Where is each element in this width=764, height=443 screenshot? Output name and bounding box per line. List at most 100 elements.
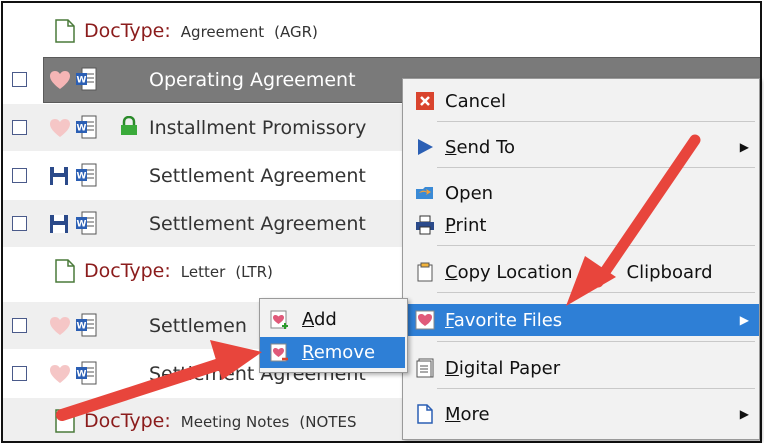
file-name: Installment Promissory [149,117,367,139]
submenu-item-label: Add [302,309,337,330]
word-document-icon: W [76,211,97,235]
document-icon [417,404,433,424]
word-document-icon: W [76,313,97,337]
submenu-arrow-icon: ▶ [739,313,749,327]
context-menu: Cancel Send To ▶ Open Print Copy Locatio… [402,78,760,440]
heart-icon[interactable] [49,118,71,138]
submenu-arrow-icon: ▶ [739,407,749,421]
svg-text:W: W [77,322,87,332]
submenu-arrow-icon: ▶ [739,140,749,154]
menu-separator [437,341,755,342]
doctype-header-agreement[interactable]: DocType: Agreement (AGR) [3,8,760,55]
menu-item-digital-paper[interactable]: Digital Paper [403,352,759,384]
heart-icon[interactable] [49,70,71,90]
remove-favorite-icon [270,343,288,362]
printer-icon [416,215,434,235]
label-tail: Clipboard [626,261,713,283]
mnemonic: D [445,357,459,379]
svg-text:W: W [77,76,87,86]
label-rest: rint [455,214,487,236]
word-document-icon: W [76,115,97,139]
doctype-prefix: DocType: [84,260,171,282]
cancel-icon [416,92,434,110]
mnemonic: M [445,403,461,425]
heart-icon[interactable] [49,316,71,336]
menu-item-label: Cancel [445,90,506,112]
submenu-item-remove[interactable]: Remove [260,337,405,368]
row-checkbox[interactable] [12,72,27,87]
row-checkbox[interactable] [12,168,27,183]
document-icon [55,19,75,43]
mnemonic: S [445,136,457,158]
menu-item-copy-location[interactable]: Copy Location Clipboard [403,256,759,288]
mnemonic: R [302,342,314,363]
row-checkbox[interactable] [12,318,27,333]
save-icon [50,215,68,233]
svg-text:W: W [77,220,87,230]
menu-separator [437,121,755,122]
label-rest: dd [314,309,337,330]
menu-separator [437,292,755,293]
menu-item-open[interactable]: Open [403,177,759,209]
menu-item-label: More [445,404,490,425]
label-rest: emove [313,342,376,363]
label-rest: end To [456,136,516,158]
doctype-prefix: DocType: [84,410,171,432]
menu-separator [437,245,755,246]
row-checkbox[interactable] [12,120,27,135]
file-name: Operating Agreement [149,69,356,91]
menu-item-label: Favorite Files [445,310,562,331]
submenu-item-add[interactable]: Add [260,304,405,335]
menu-item-label: Copy Location Clipboard [445,262,713,283]
menu-item-label: Print [445,215,486,236]
send-to-arrow-icon [418,139,433,155]
document-icon [55,409,75,433]
doctype-name: Meeting Notes [180,413,290,431]
document-icon [55,259,75,283]
lock-icon [121,116,137,135]
doctype-code: (NOTES [299,413,357,431]
file-name: Settlement Agreement [149,213,366,235]
doctype-code: (LTR) [235,263,273,281]
menu-item-label: Send To [445,137,515,158]
menu-separator [437,388,755,389]
save-icon [50,167,68,185]
label-rest: avorite Files [453,309,563,331]
menu-item-print[interactable]: Print [403,209,759,241]
word-document-icon: W [76,163,97,187]
label-rest: igital Paper [458,357,561,379]
mnemonic: C [445,261,458,283]
label-rest: ore [460,403,490,425]
doctype-name: Letter [180,263,226,281]
row-checkbox[interactable] [12,216,27,231]
menu-item-more[interactable]: More ▶ [403,398,759,430]
svg-text:W: W [77,370,87,380]
submenu-item-label: Remove [302,342,375,363]
doctype-code: (AGR) [274,23,318,41]
menu-item-label: Digital Paper [445,358,560,379]
mnemonic: A [302,309,314,330]
menu-separator [437,167,755,168]
menu-item-favorite-files[interactable]: Favorite Files ▶ [403,304,759,336]
favorite-files-icon [415,310,435,330]
doctype-title: DocType: Agreement (AGR) [84,20,318,42]
file-name: Settlement Agreement [149,165,366,187]
menu-item-send-to[interactable]: Send To ▶ [403,131,759,163]
add-favorite-icon [270,310,288,329]
svg-text:W: W [77,124,87,134]
mnemonic: F [445,309,454,331]
row-checkbox[interactable] [12,366,27,381]
open-folder-icon [416,187,433,199]
doctype-title: DocType: Letter (LTR) [84,260,273,282]
file-name: Settlemen [149,315,247,337]
menu-item-cancel[interactable]: Cancel [403,85,759,117]
doctype-name: Agreement [180,23,265,41]
clipboard-icon [417,262,433,282]
menu-item-label: Open [445,182,494,204]
favorites-submenu: Add Remove [259,298,408,373]
svg-text:W: W [77,172,87,182]
label-rest: opy Location [457,261,573,283]
digital-paper-icon [416,358,434,378]
word-document-icon: W [76,361,97,385]
heart-icon[interactable] [49,364,71,384]
